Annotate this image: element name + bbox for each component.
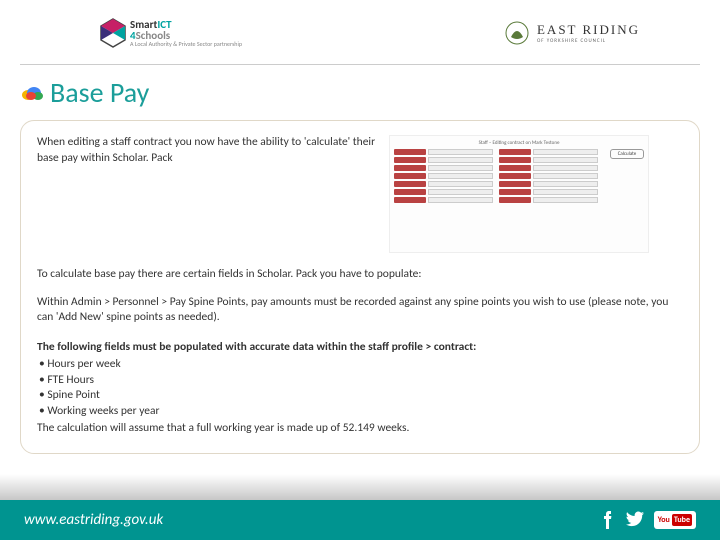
logo-tagline: A Local Authority & Private Sector partn… (130, 41, 242, 47)
title-row: Base Pay (0, 65, 720, 116)
page-title: Base Pay (50, 75, 149, 110)
east-riding-logo: EAST RIDING OF YORKSHIRE COUNCIL (503, 19, 640, 47)
thumb-title: Staff – Editing contract on Mark Testone (394, 140, 644, 147)
cloud-icon (20, 85, 44, 101)
facebook-icon (598, 511, 616, 529)
east-riding-title: EAST RIDING (537, 22, 640, 38)
hexagon-icon (100, 18, 126, 48)
youtube-icon: You YouTubeTube (654, 511, 696, 529)
smart-ict-logo: SmartICT 4Schools A Local Authority & Pr… (100, 18, 242, 48)
list-item: Spine Point (37, 388, 683, 404)
twitter-icon (626, 511, 644, 529)
screenshot-thumbnail: Staff – Editing contract on Mark Testone (389, 135, 649, 253)
social-icons: You YouTubeTube (598, 511, 696, 529)
crest-icon (503, 19, 531, 47)
intro-text: When editing a staff contract you now ha… (37, 135, 377, 166)
footer-shadow (0, 474, 720, 500)
list-item: Working weeks per year (37, 404, 683, 420)
footer: www.eastriding.gov.uk You YouTubeTube (0, 500, 720, 540)
footer-url: www.eastriding.gov.uk (24, 511, 163, 529)
header: SmartICT 4Schools A Local Authority & Pr… (0, 0, 720, 64)
calculate-button-thumb: Calculate (610, 149, 644, 159)
list-item: FTE Hours (37, 373, 683, 389)
fields-intro: The following fields must be populated w… (37, 340, 683, 356)
east-riding-subtitle: OF YORKSHIRE COUNCIL (537, 38, 640, 44)
calculation-note: The calculation will assume that a full … (37, 421, 683, 437)
content-box: When editing a staff contract you now ha… (20, 120, 700, 454)
populate-text: To calculate base pay there are certain … (37, 267, 683, 283)
spine-points-text: Within Admin > Personnel > Pay Spine Poi… (37, 295, 683, 326)
list-item: Hours per week (37, 357, 683, 373)
required-fields-list: Hours per week FTE Hours Spine Point Wor… (37, 357, 683, 419)
